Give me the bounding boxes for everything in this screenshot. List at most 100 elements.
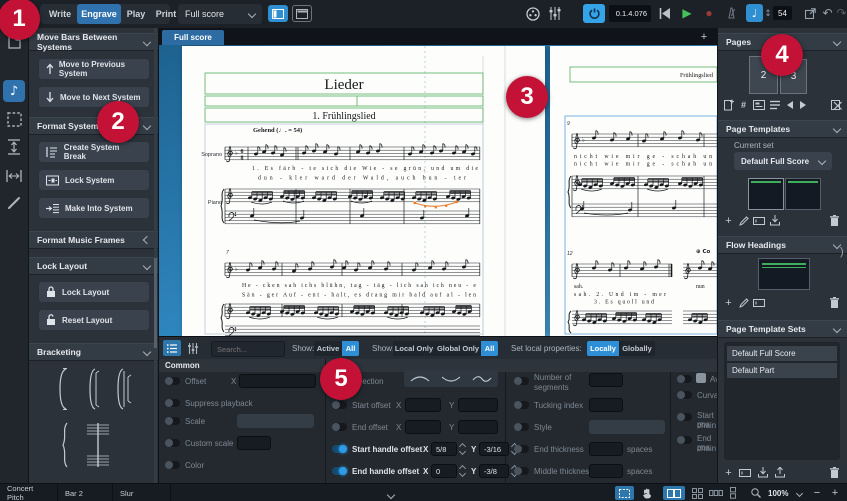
undo-button[interactable]: ↶	[821, 4, 834, 21]
slur[interactable]	[387, 317, 408, 319]
move-to-previous-system-button[interactable]: Move to Previous System	[38, 58, 150, 80]
custom-scale-toggle[interactable]	[165, 439, 180, 447]
end-thickness-input[interactable]	[589, 442, 623, 456]
mode-tab-write[interactable]: Write	[44, 4, 76, 24]
style-toggle[interactable]	[514, 423, 529, 431]
avoid-collisions-checkbox[interactable]	[696, 373, 706, 383]
delete-page-template-set-button[interactable]	[828, 466, 841, 479]
score-page-2[interactable]: Lieder 1. Frühlingslied Gehend (♩. = 54)…	[182, 46, 545, 336]
color-toggle[interactable]	[165, 461, 180, 469]
view-two-pages-button[interactable]	[663, 486, 685, 500]
rewind-button[interactable]	[657, 6, 673, 21]
toggle-panels-button[interactable]	[292, 5, 312, 22]
section-lock-layout-header[interactable]: Lock Layout	[29, 257, 158, 275]
custom-scale-input[interactable]	[237, 436, 271, 450]
middle-thickness-toggle[interactable]	[514, 467, 529, 475]
scale-toggle[interactable]	[165, 417, 180, 425]
score-canvas[interactable]: Lieder 1. Frühlingslied Gehend (♩. = 54)…	[159, 45, 717, 336]
create-system-break-button[interactable]: Create System Break	[38, 141, 150, 163]
redo-button[interactable]: ↷	[835, 4, 847, 21]
add-page-template-button[interactable]: +	[722, 214, 735, 227]
zoom-in-button[interactable]: +	[828, 485, 842, 501]
slur[interactable]	[647, 189, 668, 191]
brace-option[interactable]	[57, 420, 73, 470]
start-offset-y-input[interactable]	[458, 398, 498, 412]
edit-page-template-button[interactable]	[737, 214, 750, 227]
zoom-level-dropdown[interactable]: 100%	[764, 486, 806, 500]
bracket-option-plain[interactable]	[53, 366, 73, 412]
page-template-thumbnail-default[interactable]	[785, 178, 821, 210]
video-button[interactable]	[524, 5, 542, 22]
fixed-tempo-button[interactable]: ♩	[746, 4, 763, 22]
slur-scurve-option[interactable]	[472, 375, 492, 383]
page-template-thumbnail-first[interactable]	[748, 178, 784, 210]
move-to-next-system-button[interactable]: Move to Next System	[38, 86, 150, 108]
mode-tab-engrave[interactable]: Engrave	[77, 4, 121, 24]
end-thickness-toggle[interactable]	[514, 445, 529, 453]
offset-toggle[interactable]	[165, 377, 180, 385]
start-offset-toggle[interactable]	[332, 401, 347, 409]
note-spacing-tool[interactable]	[5, 167, 23, 185]
bracket-option-double-subbracket[interactable]	[113, 366, 135, 412]
suppress-playback-toggle[interactable]	[165, 399, 180, 407]
view-vertical-pages-button[interactable]	[726, 486, 740, 500]
filter-active-button[interactable]: Active	[314, 341, 342, 356]
slur[interactable]	[251, 202, 272, 204]
page-template-change-button[interactable]	[752, 98, 766, 111]
metronome-button[interactable]	[723, 5, 739, 21]
rename-page-template-set-button[interactable]	[738, 466, 752, 479]
slur[interactable]	[317, 317, 338, 319]
hand-tool-button[interactable]	[637, 486, 656, 500]
activate-project-button[interactable]	[583, 4, 605, 23]
curvature-toggle[interactable]	[677, 391, 692, 399]
insert-flow-heading-button[interactable]	[768, 98, 781, 111]
direction-options[interactable]	[404, 370, 498, 387]
start-offset-x-input[interactable]	[405, 398, 441, 412]
line-editor-tool[interactable]	[5, 194, 23, 212]
lock-system-button[interactable]: Lock System	[38, 169, 150, 191]
section-flow-headings-header[interactable]: Flow Headings	[718, 236, 847, 254]
middle-thickness-input[interactable]	[589, 464, 623, 478]
view-horizontal-pages-button[interactable]	[707, 486, 725, 500]
end-handle-x-stepper[interactable]	[458, 464, 466, 478]
detach-transport-button[interactable]	[802, 5, 818, 21]
swap-right-button[interactable]	[797, 98, 808, 111]
scrollbar-thumb[interactable]	[154, 258, 157, 348]
tab-full-score[interactable]: Full score	[162, 30, 224, 45]
section-page-templates-header[interactable]: Page Templates	[718, 120, 847, 138]
barline-join-option[interactable]	[85, 420, 111, 470]
start-handle-x-value[interactable]: 5/8	[431, 442, 457, 456]
staff-spacing-tool[interactable]	[5, 138, 23, 156]
music-frame[interactable]	[205, 124, 483, 334]
slur-down-option[interactable]	[441, 375, 461, 383]
bracket-option-subbracket[interactable]	[83, 366, 103, 412]
score-page-3[interactable]: Frühlingslied 9 ♭ nicht wie mir ge - sch…	[550, 46, 717, 336]
start-handle-x-stepper[interactable]	[458, 442, 466, 456]
remove-page-overrides-button[interactable]	[830, 98, 843, 111]
start-handle-offset-toggle[interactable]	[332, 445, 347, 453]
toggle-left-panel-button[interactable]	[268, 5, 288, 22]
rename-page-template-button[interactable]	[752, 214, 766, 227]
set-locally-button[interactable]: Locally	[587, 341, 619, 356]
add-flow-heading-button[interactable]: +	[722, 296, 735, 309]
end-handle-x-value[interactable]: 0	[431, 464, 457, 478]
edit-flow-heading-button[interactable]	[737, 296, 750, 309]
page-number-change-button[interactable]: #	[737, 98, 750, 111]
make-into-system-button[interactable]: Make Into System	[38, 197, 150, 219]
marquee-tool-button[interactable]	[615, 486, 634, 500]
properties-collapse-handle[interactable]	[388, 490, 400, 498]
record-button[interactable]: ●	[701, 5, 717, 21]
end-handle-offset-toggle[interactable]	[332, 467, 347, 475]
scale-dropdown[interactable]	[237, 414, 314, 428]
concert-pitch-status[interactable]: Concert Pitch	[0, 484, 58, 501]
flow-heading-thumbnail[interactable]	[758, 258, 810, 290]
start-pos-chain-toggle[interactable]	[677, 413, 692, 421]
properties-filter-view-button[interactable]	[184, 340, 202, 356]
slur-up-option[interactable]	[410, 375, 430, 383]
mixer-button[interactable]	[546, 5, 564, 22]
number-of-segments-toggle[interactable]	[514, 377, 529, 385]
start-handle-y-value[interactable]: -3/16	[479, 442, 509, 456]
add-page-template-set-button[interactable]: +	[722, 466, 735, 479]
avoid-collisions-toggle[interactable]	[677, 375, 692, 383]
style-dropdown[interactable]	[589, 420, 665, 434]
